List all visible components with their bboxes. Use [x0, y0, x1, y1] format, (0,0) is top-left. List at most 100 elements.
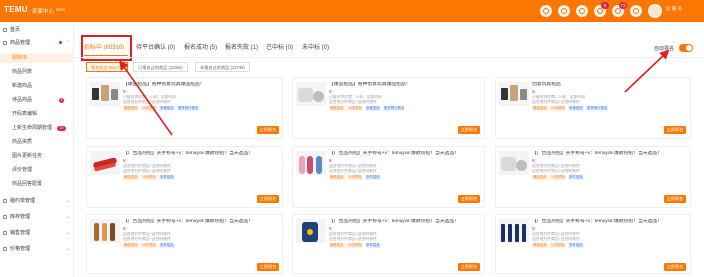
- sidebar-item-reviews[interactable]: 评价管理: [0, 165, 74, 175]
- card-line: 适合地方件商品+适合时装件: [329, 237, 377, 241]
- signup-button[interactable]: 立即报名: [664, 126, 686, 134]
- campaign-card[interactable]: 【广告品热招】买手称号+v：temuyoli 爆款热招！当天选品！ ¥: 适合地…: [292, 146, 485, 208]
- campaign-card[interactable]: 【广告品热招】买手称号+v：temuyoli 爆款热招！当天选品！ ¥: 适合地…: [495, 214, 691, 274]
- sidebar: 首页 商品管理 ⌃ 招标中 商品列表 新建商品 待品商品 4 开码表编辑 上新生…: [0, 22, 74, 277]
- sidebar-item-product-list[interactable]: 商品列表: [0, 67, 74, 77]
- warehouse-icon: [3, 215, 7, 219]
- auto-signup-toggle[interactable]: [679, 44, 693, 52]
- campaign-card[interactable]: 创意玩具招品 ¥: 已报名供应商：0·周：全部时间 适合地方件商品+适合时装件 …: [495, 77, 691, 139]
- campaign-card[interactable]: 【爆品招品】各种创意玩具爆品招品！ ¥: 已报名供应商：0·周：全部时间 适合地…: [86, 77, 283, 139]
- tag: 多件招品: [568, 243, 584, 248]
- campaign-card[interactable]: 【广告品热招】买手称号+v：temuyoli 爆款热招！当天选品！ ¥: 适合地…: [86, 146, 283, 208]
- sidebar-item-sales[interactable]: 销售管理 ⌄: [0, 228, 74, 238]
- tag: 爆品招品: [532, 175, 548, 180]
- auto-signup-label: 自动报名: [654, 46, 675, 52]
- tag: 更多预计报名: [383, 106, 406, 111]
- card-title: 【广告品热招】买手称号+v：temuyoli 爆款热招！当天选品！: [532, 151, 662, 156]
- box-icon: [3, 41, 7, 45]
- product-thumbnail: [90, 219, 120, 243]
- card-line: 适合地方件商品+适合时装件: [532, 100, 580, 104]
- avatar[interactable]: [648, 4, 662, 18]
- tab-signup-failed[interactable]: 报名失败 (1): [225, 40, 258, 56]
- sidebar-item-qualification[interactable]: 商品资质: [0, 137, 74, 147]
- tag: 爆品招品: [123, 175, 139, 180]
- campaign-card[interactable]: 【广告品热招】买手称号+v：temuyoli 爆款热招！当天选品！ ¥: 适合地…: [86, 214, 283, 274]
- home-icon: [3, 28, 7, 32]
- sidebar-item-inventory[interactable]: 库存管理 ⌄: [0, 212, 74, 222]
- tag: 爆品招品: [532, 243, 548, 248]
- subtab-not-signed-up[interactable]: 未报名过的商品 (12748): [195, 62, 250, 72]
- sidebar-item-bidding[interactable]: 招标中: [0, 53, 74, 63]
- tab-won[interactable]: 已中标 (0): [266, 40, 293, 56]
- subtab-signed-up[interactable]: 已报名过的商品 (11366): [133, 62, 188, 72]
- card-price: ¥:: [532, 226, 536, 231]
- tab-not-won[interactable]: 未中标 (0): [302, 40, 329, 56]
- temu-logo[interactable]: TEMU: [4, 5, 28, 14]
- download-icon[interactable]: [576, 5, 588, 17]
- sidebar-item-product-management[interactable]: 商品管理 ⌃: [0, 38, 74, 48]
- tab-pending-confirm[interactable]: 待平台确认 (0): [136, 40, 175, 56]
- sidebar-item-label: 待品商品: [12, 97, 33, 103]
- card-title: 创意玩具招品: [532, 82, 561, 87]
- sidebar-item-pending-products[interactable]: 待品商品 4: [0, 95, 74, 105]
- signup-button[interactable]: 立即报名: [458, 126, 480, 134]
- sidebar-item-image-update[interactable]: 图片更新任务: [0, 151, 74, 161]
- sidebar-item-label: 商品回答配置: [12, 181, 43, 187]
- message-icon[interactable]: [558, 5, 570, 17]
- sidebar-item-label: 图片更新任务: [12, 153, 43, 159]
- beta-tag: Beta: [56, 7, 66, 12]
- tag: 10天质检: [550, 175, 566, 180]
- campaign-card[interactable]: 【爆品招品】各种创意玩具爆品招品！ ¥: 已报名供应商：0·周：全部时间 适合地…: [292, 77, 485, 139]
- tag: 10天质检: [347, 175, 363, 180]
- sidebar-item-new-product[interactable]: 新建商品: [0, 81, 74, 91]
- sidebar-item-fulfillment[interactable]: 履约单管理 ⌄: [0, 196, 74, 206]
- tab-signup-success[interactable]: 报名成功 (5): [184, 40, 217, 56]
- product-thumbnail: [296, 151, 326, 175]
- seller-center-title: 卖家中心: [32, 9, 55, 15]
- bell-badge: 72: [619, 2, 627, 9]
- card-price: ¥:: [532, 158, 536, 163]
- sidebar-item-label: 上新生命周期管理: [12, 125, 53, 131]
- signup-button[interactable]: 立即报名: [458, 263, 480, 271]
- tag: 爆品招品: [532, 106, 548, 111]
- sidebar-item-label: 新建商品: [12, 83, 33, 89]
- campaign-card[interactable]: 【广告品热招】买手称号+v：temuyoli 爆款热招！当天选品！ ¥: 适合地…: [292, 214, 485, 274]
- card-line: 适合地方件商品+适合时装件: [532, 169, 580, 173]
- signup-button[interactable]: 立即报名: [257, 263, 279, 271]
- campaign-card[interactable]: 【广告品热招】买手称号+v：temuyoli 爆款热招！当天选品！ ¥: 适合地…: [495, 146, 691, 208]
- card-title: 【广告品热招】买手称号+v：temuyoli 爆款热招！当天选品！: [123, 151, 253, 156]
- card-price: ¥:: [123, 89, 127, 94]
- subtab-opportunities[interactable]: 报名机会 (55171): [86, 62, 129, 72]
- card-title: 【广告品热招】买手称号+v：temuyoli 爆款热招！当天选品！: [329, 151, 459, 156]
- tag: 10天质检: [347, 243, 363, 248]
- sidebar-item-label: 库存管理: [10, 214, 31, 220]
- toggle-knob: [686, 45, 692, 51]
- chevron-down-icon: ⌄: [65, 230, 70, 236]
- tag: 爆品招品: [329, 243, 345, 248]
- sidebar-item-qa-config[interactable]: 商品回答配置: [0, 179, 74, 189]
- tag: 多件招品: [159, 175, 175, 180]
- tabs-divider: [74, 57, 704, 58]
- help-icon[interactable]: [540, 5, 552, 17]
- card-line: 适合地方件商品+适合时装件: [329, 169, 377, 173]
- signup-button[interactable]: 立即报名: [458, 195, 480, 203]
- sidebar-item-size-chart[interactable]: 开码表编辑: [0, 109, 74, 119]
- shop-name[interactable]: 店 铺 名: [666, 6, 702, 11]
- card-price: ¥:: [329, 158, 333, 163]
- sidebar-item-lifecycle[interactable]: 上新生命周期管理 12: [0, 123, 74, 133]
- tag: 多件招品: [568, 175, 584, 180]
- card-line: 适合地方件商品+适合时装件: [329, 100, 377, 104]
- card-title: 【广告品热招】买手称号+v：temuyoli 爆款热招！当天选品！: [329, 219, 459, 224]
- sidebar-item-home[interactable]: 首页: [0, 25, 74, 35]
- tag: 10天质检: [347, 106, 363, 111]
- tag: 爆品招品: [123, 243, 139, 248]
- tag: 更多预计报名: [177, 106, 200, 111]
- signup-button[interactable]: 立即报名: [664, 263, 686, 271]
- grid-icon[interactable]: [630, 5, 642, 17]
- sidebar-item-pricing[interactable]: 价格管理 ⌄: [0, 244, 74, 254]
- product-thumbnail: [90, 82, 120, 106]
- signup-button[interactable]: 立即报名: [664, 195, 686, 203]
- product-thumbnail: [499, 219, 529, 243]
- signup-button[interactable]: 立即报名: [257, 195, 279, 203]
- signup-button[interactable]: 立即报名: [257, 126, 279, 134]
